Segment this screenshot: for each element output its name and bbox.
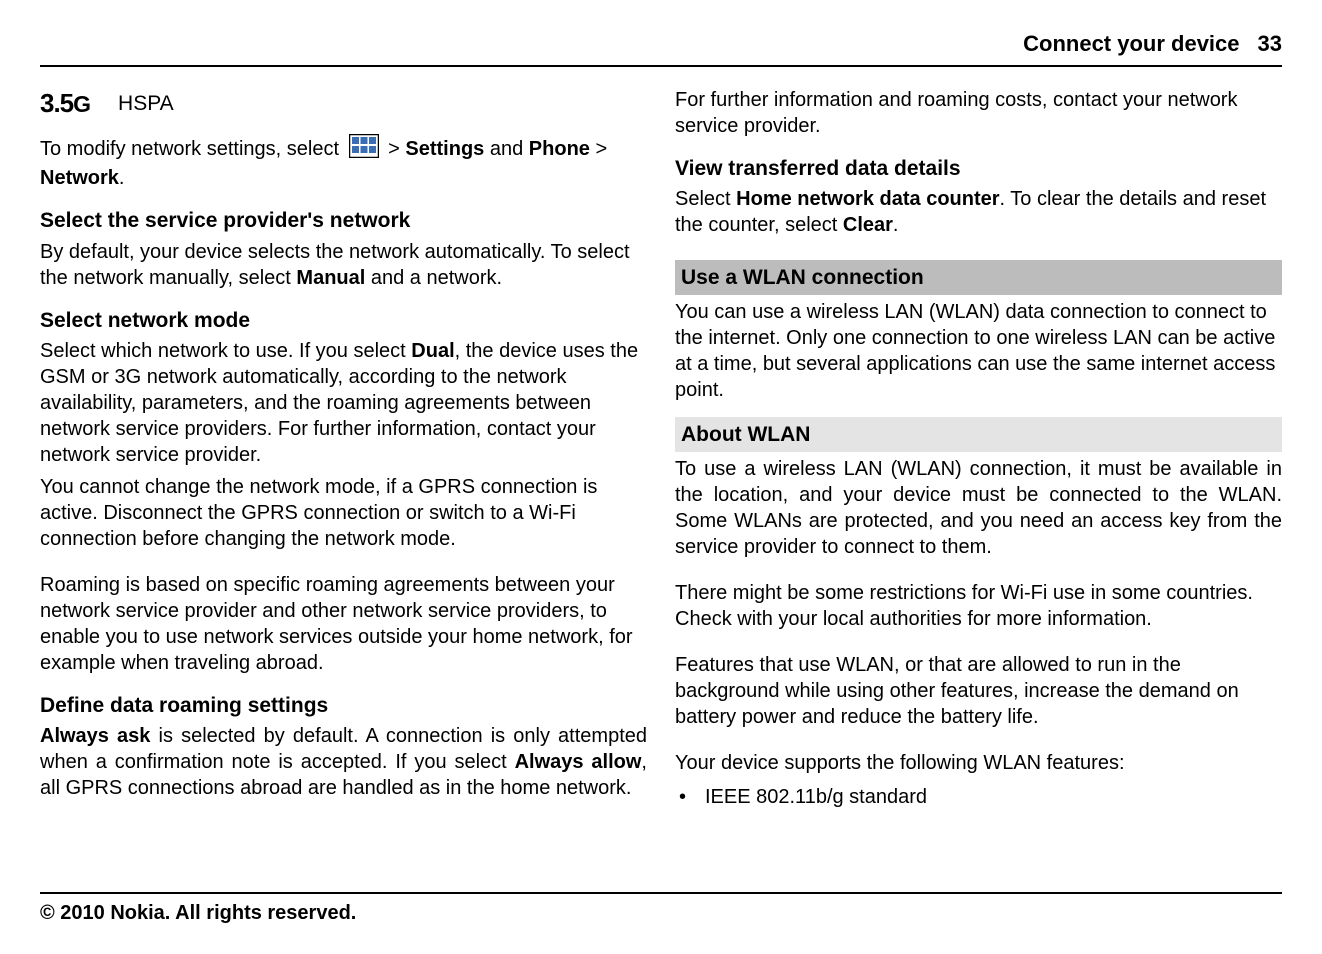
paragraph-select-provider: By default, your device selects the netw… <box>40 239 647 291</box>
network-label: Network <box>40 167 119 189</box>
text: and <box>490 138 529 160</box>
phone-label: Phone <box>529 138 590 160</box>
heading-view-data: View transferred data details <box>675 155 1282 182</box>
text: . <box>119 167 125 189</box>
paragraph-view-data: Select Home network data counter. To cle… <box>675 186 1282 238</box>
text: Select <box>675 188 736 210</box>
page-header: Connect your device 33 <box>40 30 1282 67</box>
indicator-3-5g: 3.5G <box>40 87 90 121</box>
text: and a network. <box>365 267 502 289</box>
menu-grid-icon <box>349 134 379 165</box>
home-counter-label: Home network data counter <box>736 188 999 210</box>
paragraph-use-wlan: You can use a wireless LAN (WLAN) data c… <box>675 299 1282 403</box>
heading-define-roaming: Define data roaming settings <box>40 692 647 719</box>
text: > <box>595 138 607 160</box>
always-ask-label: Always ask <box>40 725 150 747</box>
header-page-number: 33 <box>1258 30 1282 59</box>
indicator-hspa: HSPA <box>118 90 174 117</box>
manual-label: Manual <box>296 267 365 289</box>
text: To modify network settings, select <box>40 138 345 160</box>
modify-network-text: To modify network settings, select > Set… <box>40 134 647 191</box>
paragraph-about-wlan-1: To use a wireless LAN (WLAN) connection,… <box>675 456 1282 560</box>
content-columns: 3.5G HSPA To modify network settings, se… <box>40 87 1282 811</box>
paragraph-about-wlan-3: Features that use WLAN, or that are allo… <box>675 652 1282 730</box>
clear-label: Clear <box>843 214 893 236</box>
paragraph-define-roaming: Always ask is selected by default. A con… <box>40 723 647 801</box>
section-use-wlan: Use a WLAN connection <box>675 260 1282 295</box>
dual-label: Dual <box>411 340 454 362</box>
bullet-item-1: • IEEE 802.11b/g standard <box>675 784 1282 810</box>
text: Select which network to use. If you sele… <box>40 340 411 362</box>
right-column: For further information and roaming cost… <box>675 87 1282 811</box>
bullet-icon: • <box>675 784 705 810</box>
always-allow-label: Always allow <box>515 751 642 773</box>
paragraph-roaming: Roaming is based on specific roaming agr… <box>40 572 647 676</box>
paragraph-mode-2: You cannot change the network mode, if a… <box>40 474 647 552</box>
header-title: Connect your device <box>1023 30 1239 59</box>
text: . <box>893 214 899 236</box>
text: > <box>388 138 405 160</box>
paragraph-about-wlan-4: Your device supports the following WLAN … <box>675 750 1282 776</box>
bullet-text: IEEE 802.11b/g standard <box>705 784 927 810</box>
heading-select-provider: Select the service provider's network <box>40 207 647 234</box>
paragraph-mode-1: Select which network to use. If you sele… <box>40 338 647 468</box>
network-indicator-row: 3.5G HSPA <box>40 87 647 121</box>
settings-label: Settings <box>405 138 484 160</box>
paragraph-about-wlan-2: There might be some restrictions for Wi-… <box>675 580 1282 632</box>
indicator-g: G <box>73 91 90 117</box>
page-footer: © 2010 Nokia. All rights reserved. <box>40 892 1282 926</box>
paragraph-further-info: For further information and roaming cost… <box>675 87 1282 139</box>
heading-select-mode: Select network mode <box>40 307 647 334</box>
section-about-wlan: About WLAN <box>675 417 1282 452</box>
left-column: 3.5G HSPA To modify network settings, se… <box>40 87 647 811</box>
indicator-3-5: 3.5 <box>40 88 73 118</box>
